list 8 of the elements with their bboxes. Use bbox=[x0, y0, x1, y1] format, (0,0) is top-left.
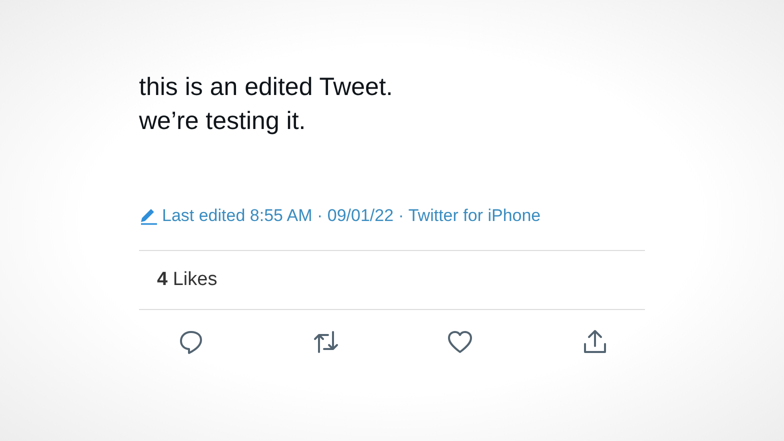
tweet-text: we’re testing it. bbox=[139, 106, 307, 137]
reply-icon[interactable] bbox=[177, 328, 205, 356]
heart-icon[interactable] bbox=[446, 328, 474, 356]
tweet-text: this is an edited Tweet. bbox=[139, 72, 394, 103]
pencil-icon bbox=[139, 207, 159, 225]
edit-info-text: Last edited 8:55 AM · 09/01/22 · Twitter for iPhone bbox=[162, 206, 541, 226]
retweet-icon[interactable] bbox=[312, 328, 340, 356]
likes-count: 4 Likes bbox=[156, 268, 218, 292]
